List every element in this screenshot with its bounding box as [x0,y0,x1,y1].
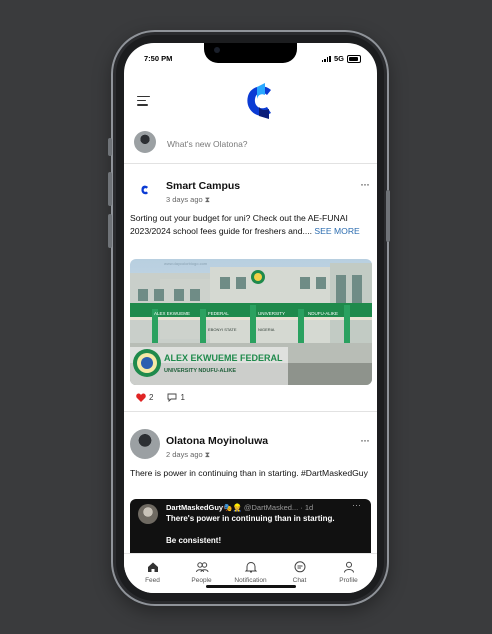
comment-button[interactable]: 1 [167,393,185,402]
image-watermark: www.daycolorbiogo.com [164,261,208,266]
post-text: There is power in continuing than in sta… [130,468,368,478]
sign-right: UNIVERSITY [258,311,285,316]
post-time: 3 days ago ⧗ [166,195,211,204]
banner-subtitle: UNIVERSITY NDUFU-ALIKE [164,368,236,374]
like-button[interactable]: 2 [136,393,153,402]
post-image[interactable]: ALEX EKWUEME FEDERAL UNIVERSITY NDUFU-AL… [130,259,372,385]
post-author[interactable]: Olatona Moyinoluwa [166,435,268,447]
app-logo [247,83,271,119]
menu-icon[interactable] [137,96,150,106]
silent-switch [108,138,112,156]
tab-feed[interactable]: Feed [130,554,175,593]
heart-icon [136,393,146,402]
sign-row2-right: NIGERIA [258,327,275,332]
volume-down-button [108,214,112,248]
tab-label: Feed [145,577,160,584]
post-text: Sorting out your budget for uni? Check o… [130,213,360,236]
hourglass-icon: ⧗ [204,195,211,204]
post-author[interactable]: Smart Campus [166,180,240,192]
home-icon [147,562,158,572]
sign-mid: FEDERAL [208,311,229,316]
app-screen: 7:50 PM 5G What's new Olatona? Smart Cam… [124,43,377,593]
network-label: 5G [333,54,344,63]
post-options-icon[interactable]: ··· [360,177,370,191]
comment-count: 1 [180,393,185,402]
tab-label: Profile [339,577,358,584]
sign-left: ALEX EKWUEME [154,311,190,316]
tab-profile[interactable]: Profile [326,554,371,593]
sign-row2-left: EBONYI STATE [208,327,237,332]
status-time: 7:50 PM [144,54,173,63]
battery-icon [347,54,361,63]
app-header [124,77,377,125]
quoted-text-line2: Be consistent! [166,536,222,545]
user-icon [343,561,354,573]
like-count: 2 [149,393,154,402]
bell-icon [244,561,257,573]
post-composer[interactable]: What's new Olatona? [124,127,377,164]
comment-icon [168,393,177,402]
tab-label: Chat [292,577,307,584]
volume-up-button [108,172,112,206]
quoted-post[interactable]: DartMaskedGuy🎭👷 @DartMasked... · 1d ··· … [130,499,371,559]
see-more-link[interactable]: SEE MORE [314,226,359,236]
sign-far: NDUFU-ALIKE [308,311,338,316]
quoted-author: DartMaskedGuy🎭👷 @DartMasked... · 1d [166,503,314,512]
post-options-icon[interactable]: ··· [360,433,370,447]
quoted-text-line1: There's power in continuing than in star… [166,514,335,523]
post-time: 2 days ago ⧗ [166,450,211,459]
home-indicator [206,585,296,588]
hourglass-icon: ⧗ [204,450,211,459]
banner-title: ALEX EKWUEME FEDERAL [164,353,283,363]
signal-icon [321,55,331,62]
quoted-avatar [138,504,158,524]
composer-prompt[interactable]: What's new Olatona? [167,139,248,149]
tab-label: Notification [234,577,267,584]
quoted-options-icon: ··· [352,500,361,510]
people-icon [195,562,208,573]
notch [204,43,297,63]
power-button [386,190,390,242]
feed-post: Olatona Moyinoluwa 2 days ago ⧗ ··· Ther… [124,423,377,559]
tab-label: People [191,577,212,584]
user-avatar[interactable] [134,131,156,153]
chat-icon [294,561,305,573]
post-reactions: 2 1 [136,393,185,402]
smart-campus-avatar[interactable] [134,179,156,201]
author-avatar[interactable] [130,429,160,459]
feed-post: Smart Campus 3 days ago ⧗ ··· Sorting ou… [124,167,377,412]
